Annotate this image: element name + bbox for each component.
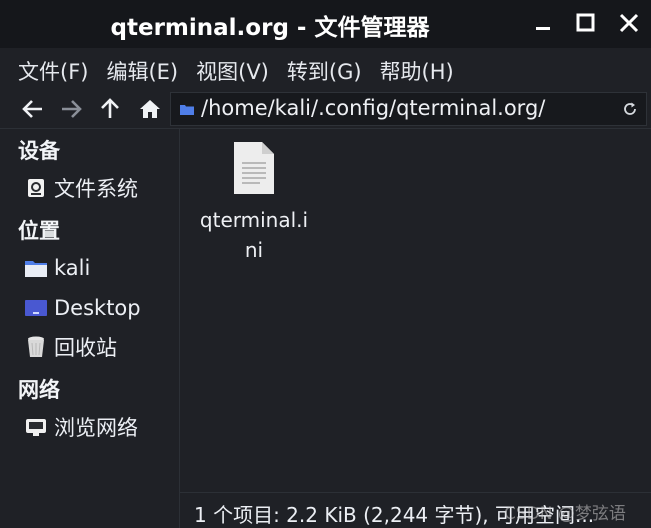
desktop-icon xyxy=(24,296,48,320)
trash-icon xyxy=(24,335,48,359)
menu-edit[interactable]: 编辑(E) xyxy=(106,56,178,86)
drive-icon xyxy=(24,176,48,200)
close-icon[interactable] xyxy=(618,12,640,34)
file-view[interactable]: qterminal.ini xyxy=(180,129,651,492)
network-heading: 网络 xyxy=(18,378,60,402)
home-icon[interactable] xyxy=(137,96,163,122)
watermark: CSDN @梦弦语 xyxy=(504,504,626,524)
menu-file[interactable]: 文件(F) xyxy=(18,56,88,86)
sidebar-item-trash[interactable]: 回收站 xyxy=(24,332,117,362)
menu-view[interactable]: 视图(V) xyxy=(196,56,269,86)
devices-heading: 设备 xyxy=(18,139,60,163)
sidebar: 设备 文件系统 位置 kali Desktop 回收站 网络 浏览网络 xyxy=(0,129,180,528)
sidebar-item-desktop[interactable]: Desktop xyxy=(24,293,141,323)
minimize-icon[interactable] xyxy=(533,12,555,34)
window-title: qterminal.org - 文件管理器 xyxy=(110,15,430,41)
sidebar-item-label: 回收站 xyxy=(54,336,117,360)
address-bar[interactable]: /home/kali/.config/qterminal.org/ xyxy=(170,92,647,126)
menu-go[interactable]: 转到(G) xyxy=(287,56,362,86)
file-item[interactable]: qterminal.ini xyxy=(194,141,314,265)
network-icon xyxy=(24,415,48,439)
home-folder-icon xyxy=(24,256,48,280)
status-bar: 1 个项目: 2.2 KiB (2,244 字节), 可用空间... CSDN … xyxy=(180,492,651,528)
back-arrow-icon[interactable] xyxy=(20,96,46,122)
up-arrow-icon[interactable] xyxy=(97,96,123,122)
places-heading: 位置 xyxy=(18,219,60,243)
sidebar-item-kali[interactable]: kali xyxy=(24,253,90,283)
sidebar-item-filesystem[interactable]: 文件系统 xyxy=(24,173,138,203)
sidebar-item-label: Desktop xyxy=(54,296,141,320)
menu-help[interactable]: 帮助(H) xyxy=(380,56,454,86)
reload-icon[interactable] xyxy=(622,101,638,117)
title-bar[interactable]: qterminal.org - 文件管理器 xyxy=(0,0,651,48)
file-name: qterminal.ini xyxy=(199,208,309,262)
address-path[interactable]: /home/kali/.config/qterminal.org/ xyxy=(201,96,545,120)
maximize-icon[interactable] xyxy=(575,12,597,34)
text-file-icon xyxy=(234,142,274,194)
sidebar-item-label: 浏览网络 xyxy=(54,416,138,440)
menu-bar: 文件(F) 编辑(E) 视图(V) 转到(G) 帮助(H) xyxy=(0,52,651,90)
sidebar-item-label: 文件系统 xyxy=(54,177,138,201)
sidebar-item-browse-network[interactable]: 浏览网络 xyxy=(24,412,138,442)
file-manager-window: qterminal.org - 文件管理器 文件(F) 编辑(E) 视图(V) … xyxy=(0,0,651,528)
folder-icon xyxy=(180,105,194,115)
sidebar-item-label: kali xyxy=(54,256,91,280)
forward-arrow-icon[interactable] xyxy=(58,96,84,122)
